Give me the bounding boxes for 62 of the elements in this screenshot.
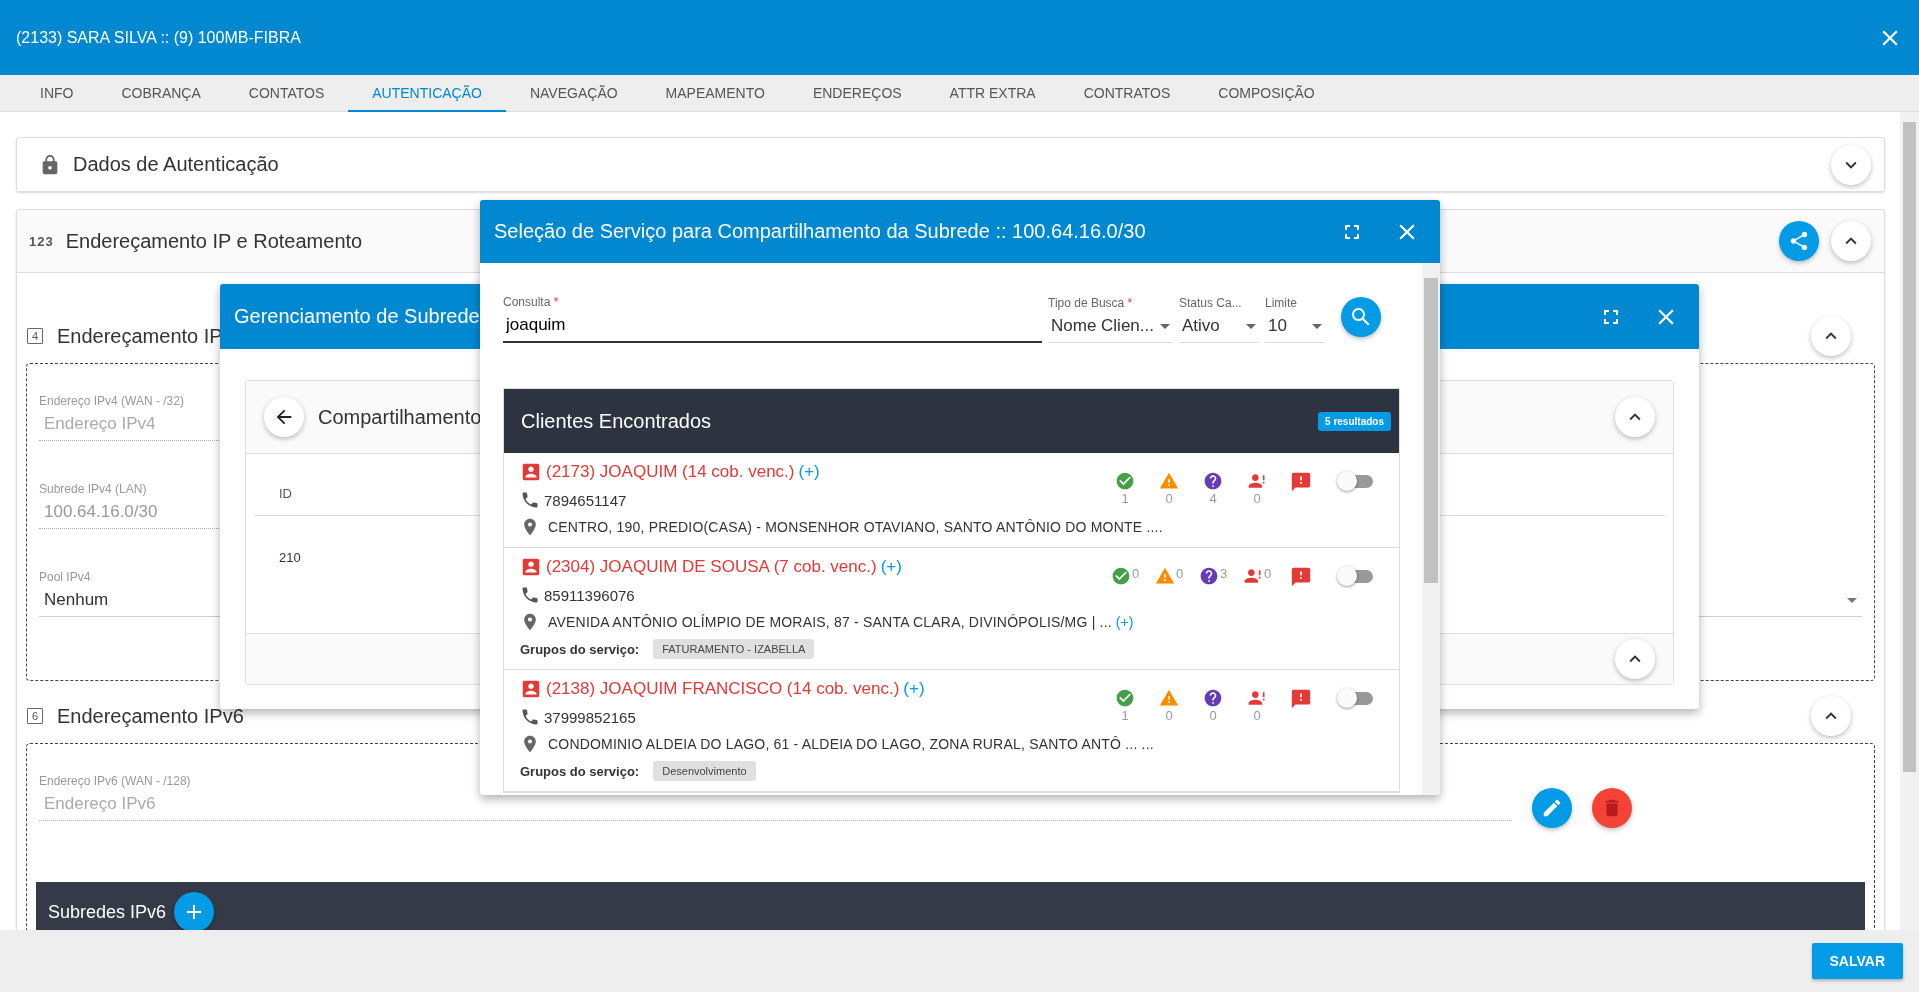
field-label: Endereço IPv6 (WAN - /128) (39, 774, 191, 788)
card-title: Dados de Autenticação (73, 153, 279, 176)
tab[interactable]: MAPEAMENTO (641, 75, 789, 112)
groups-label: Grupos do serviço: (520, 641, 640, 657)
client-phone: 37999852165 (544, 708, 636, 726)
section-title: Endereçamento IPv6 (57, 704, 244, 728)
field-label: Status Ca... (1179, 296, 1243, 310)
table-cell: 210 (279, 550, 301, 565)
filter-select[interactable]: Ativo (1179, 310, 1259, 343)
count: 0 (1263, 566, 1272, 581)
tab[interactable]: ATTR EXTRA (925, 75, 1060, 112)
card-title: Endereçamento IP e Roteamento (65, 229, 363, 253)
field-label: Limite (1265, 296, 1298, 310)
client-address: CENTRO, 190, PREDIO(CASA) - MONSENHOR OTAVIANO, SANTO ANTÔNIO DO MONTE .... (548, 519, 1163, 535)
count: 3 (1219, 566, 1228, 581)
field-label: Endereço IPv4 (WAN - /32) (39, 394, 184, 408)
count: 0 (1165, 491, 1173, 506)
card-title: Compartilhamento (318, 405, 482, 429)
count: 0 (1253, 491, 1261, 506)
filter-select[interactable]: 10 (1265, 310, 1325, 343)
field-label: Pool IPv4 (39, 570, 91, 584)
filter-select[interactable]: Nome Clien... (1048, 310, 1173, 343)
count: 0 (1131, 566, 1140, 581)
number-box-icon: 4 (27, 328, 43, 344)
tab[interactable]: CONTRATOS (1059, 75, 1195, 112)
dialog-title: Seleção de Serviço para Compartilhamento da Subrede :: 100.64.16.0/30 (494, 220, 1146, 243)
subnet-value: 100.64.16.0/30 (44, 502, 158, 522)
client-name: (2138) JOAQUIM FRANCISCO (14 cob. venc.) (546, 679, 900, 699)
count: 0 (1165, 708, 1173, 723)
bar-title: Subredes IPv6 (48, 901, 167, 923)
tab[interactable]: INFO (16, 75, 98, 112)
tab[interactable]: ENDEREÇOS (788, 75, 926, 112)
count: 0 (1253, 708, 1261, 723)
client-name: (2304) JOAQUIM DE SOUSA (7 cob. venc.) (546, 557, 877, 577)
tab[interactable]: COBRANÇA (97, 75, 225, 112)
field-label: Consulta * (503, 295, 560, 309)
numbers-icon: 123 (29, 233, 54, 249)
group-tag: FATURAMENTO - IZABELLA (653, 639, 815, 659)
results-count: 5 resultados (1318, 411, 1391, 431)
field-label: Tipo de Busca * (1048, 296, 1134, 310)
number-box-icon: 6 (27, 708, 43, 724)
field-label: Subrede IPv4 (LAN) (39, 482, 147, 496)
groups-label: Grupos do serviço: (520, 763, 640, 779)
client-address: AVENIDA ANTÔNIO OLÍMPIO DE MORAIS, 87 - SANTA CLARA, DIVINÓPOLIS/MG | ... (548, 614, 1112, 630)
count: 1 (1121, 491, 1129, 506)
client-name: (2173) JOAQUIM (14 cob. venc.) (546, 462, 795, 482)
client-address: CONDOMINIO ALDEIA DO LAGO, 61 - ALDEIA DO LAGO, ZONA RURAL, SANTO ANTÔ ... ... (548, 736, 1154, 752)
tab[interactable]: CONTATOS (224, 75, 349, 112)
tab[interactable]: AUTENTICAÇÃO (348, 75, 506, 112)
group-tag: Desenvolvimento (653, 761, 756, 781)
tab[interactable]: NAVEGAÇÃO (505, 75, 642, 112)
dialog-title: Gerenciamento de Subrede (234, 305, 480, 328)
count: 4 (1209, 491, 1217, 506)
client-phone: 85911396076 (544, 586, 635, 604)
results-title: Clientes Encontrados (521, 409, 712, 433)
count: 0 (1175, 566, 1184, 581)
tab[interactable]: COMPOSIÇÃO (1194, 75, 1339, 112)
count: 0 (1209, 708, 1217, 723)
column-header: ID (279, 486, 292, 501)
count: 1 (1121, 708, 1129, 723)
window-title: (2133) SARA SILVA :: (9) 100MB-FIBRA (16, 28, 302, 47)
client-phone: 7894651147 (544, 491, 627, 509)
